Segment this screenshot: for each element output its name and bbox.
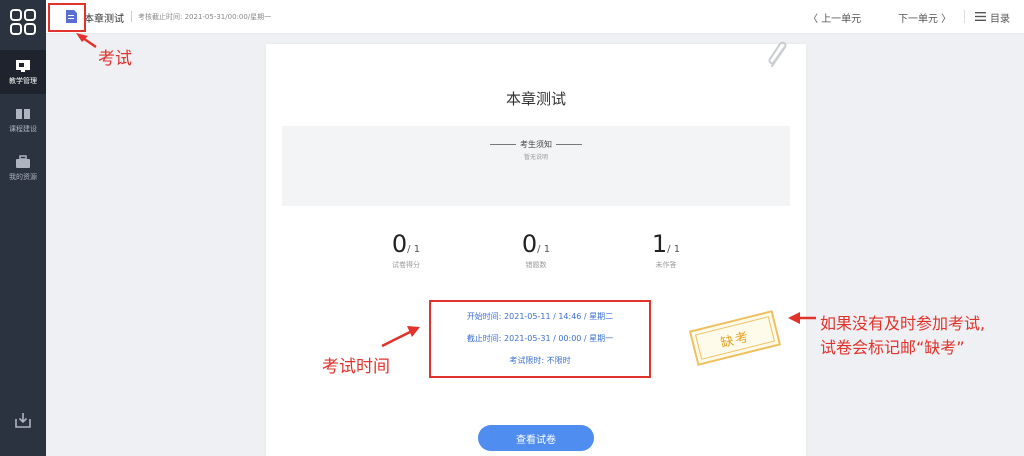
annotation-box-time (429, 300, 651, 378)
arrow-stamp (788, 312, 816, 324)
annotation-note-line1: 如果没有及时参加考试, (820, 314, 986, 333)
annotation-exam: 考试 (98, 49, 132, 69)
arrow-exam (76, 33, 97, 49)
annotation-note-line2: 试卷会标记邮“缺考” (820, 338, 965, 357)
annotation-arrows (76, 33, 816, 348)
arrow-time (381, 326, 420, 348)
annotation-exam-time: 考试时间 (322, 357, 390, 377)
